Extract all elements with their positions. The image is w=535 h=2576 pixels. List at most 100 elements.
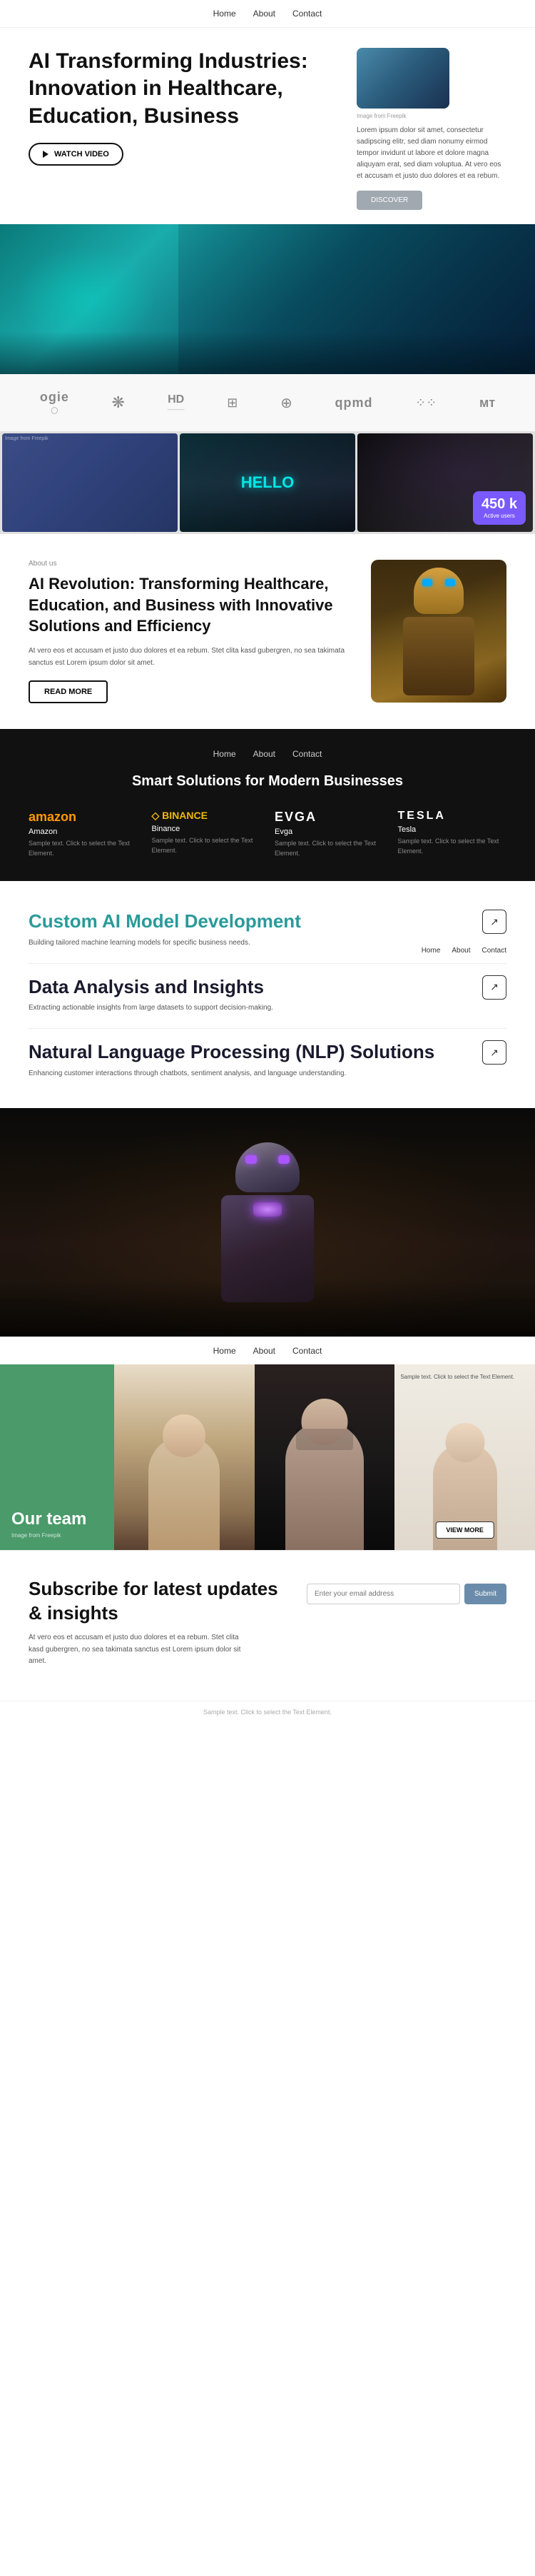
service-2-title: Data Analysis and Insights (29, 975, 506, 999)
evga-name: Evga (275, 827, 384, 836)
nav-home[interactable]: Home (213, 9, 236, 19)
brand-tesla: TESLA Tesla Sample text. Click to select… (398, 810, 507, 858)
team-grid: Our team Image from Freepik (0, 1364, 535, 1550)
discover-button[interactable]: DISCOVER (357, 191, 422, 210)
subscribe-title: Subscribe for latest updates & insights (29, 1576, 285, 1626)
team-nav-home[interactable]: Home (213, 1346, 236, 1356)
subscribe-section: Subscribe for latest updates & insights … (0, 1550, 535, 1701)
dark-section: Home About Contact Smart Solutions for M… (0, 729, 535, 881)
arrow-icon-1: ↗ (490, 916, 499, 928)
partner-logo-2: ❋ (112, 393, 125, 412)
team-nav-about[interactable]: About (253, 1346, 275, 1356)
view-more-button[interactable]: VIEW MORE (435, 1521, 494, 1539)
robot-hero-section (0, 1108, 535, 1337)
active-users-count: 450 k (482, 497, 517, 511)
nav-about[interactable]: About (253, 9, 275, 19)
brand-binance: ◇ BINANCE Binance Sample text. Click to … (152, 810, 261, 858)
partner-logo-circle: ⊕ (280, 394, 292, 412)
hero-description: Lorem ipsum dolor sit amet, consectetur … (357, 125, 506, 182)
gallery-item-1: Image from Freepik (2, 433, 178, 532)
subscribe-email-input[interactable] (307, 1584, 460, 1604)
hero-right-panel: Image from Freepik Lorem ipsum dolor sit… (357, 48, 506, 210)
services-nav-inline: Home About Contact (422, 947, 506, 955)
tesla-logo: TESLA (398, 810, 507, 822)
about-title: AI Revolution: Transforming Healthcare, … (29, 573, 354, 637)
hero-content: AI Transforming Industries: Innovation i… (29, 48, 342, 166)
services-nav-home[interactable]: Home (422, 947, 441, 955)
binance-name: Binance (152, 825, 261, 833)
service-1-title: Custom AI Model Development (29, 910, 506, 933)
active-users-label: Active users (482, 513, 517, 519)
service-2-desc: Extracting actionable insights from larg… (29, 1002, 371, 1014)
about-section: About us AI Revolution: Transforming Hea… (0, 534, 535, 729)
arrow-icon-2: ↗ (490, 981, 499, 993)
hello-text: HELLO (241, 473, 295, 492)
robot-figure (221, 1142, 314, 1302)
services-section: Custom AI Model Development Building tai… (0, 881, 535, 1108)
read-more-button[interactable]: READ MORE (29, 680, 108, 703)
team-person-2 (255, 1364, 395, 1550)
about-tag: About us (29, 560, 354, 568)
hero-section: AI Transforming Industries: Innovation i… (0, 28, 535, 224)
brand-evga: EVGA Evga Sample text. Click to select t… (275, 810, 384, 858)
smart-solutions-title: Smart Solutions for Modern Businesses (29, 773, 506, 790)
team-label: Our team (11, 1509, 103, 1529)
gallery-item-3: 450 k Active users (357, 433, 533, 532)
services-nav-about[interactable]: About (452, 947, 470, 955)
service-2-arrow[interactable]: ↗ (482, 975, 506, 1000)
gallery-item-2: HELLO (180, 433, 355, 532)
service-1-arrow[interactable]: ↗ (482, 910, 506, 934)
team-nav: Home About Contact (0, 1337, 535, 1364)
active-users-badge: 450 k Active users (473, 491, 526, 525)
brands-grid: amazon Amazon Sample text. Click to sele… (29, 810, 506, 858)
watch-video-button[interactable]: WATCH VIDEO (29, 143, 123, 166)
team-nav-contact[interactable]: Contact (292, 1346, 322, 1356)
subscribe-desc: At vero eos et accusam et justo duo dolo… (29, 1632, 243, 1668)
partner-logo-dots: ⁘⁘ (415, 396, 437, 411)
service-item-1: Custom AI Model Development Building tai… (29, 910, 506, 949)
gallery-img-from: Image from Freepik (5, 436, 49, 441)
team-sample-text: Sample text. Click to select the Text El… (400, 1373, 529, 1381)
service-3-desc: Enhancing customer interactions through … (29, 1068, 371, 1080)
partners-section: ogie 〇 ❋ HD ——— ⊞ ⊕ qpmd ⁘⁘ ᴍᴛ (0, 374, 535, 431)
subscribe-form: Submit (307, 1584, 506, 1604)
partner-logo-last: ᴍᴛ (479, 396, 495, 411)
vr-overlay-dark (0, 331, 535, 374)
evga-desc: Sample text. Click to select the Text El… (275, 839, 384, 858)
services-nav-contact[interactable]: Contact (482, 947, 506, 955)
team-img-credit: Image from Freepik (11, 1532, 103, 1539)
dark-nav-about[interactable]: About (253, 749, 275, 759)
binance-logo: ◇ BINANCE (152, 810, 261, 822)
tesla-desc: Sample text. Click to select the Text El… (398, 837, 507, 856)
service-item-3: Natural Language Processing (NLP) Soluti… (29, 1040, 506, 1080)
footer-note: Sample text. Click to select the Text El… (0, 1701, 535, 1730)
hero-image (357, 48, 449, 109)
dark-nav-home[interactable]: Home (213, 749, 236, 759)
service-3-title: Natural Language Processing (NLP) Soluti… (29, 1040, 506, 1064)
about-content: About us AI Revolution: Transforming Hea… (29, 560, 354, 703)
binance-desc: Sample text. Click to select the Text El… (152, 836, 261, 855)
tesla-name: Tesla (398, 825, 507, 834)
service-1-desc: Building tailored machine learning model… (29, 937, 371, 949)
team-right-col: Sample text. Click to select the Text El… (394, 1364, 535, 1550)
watch-label: WATCH VIDEO (54, 150, 109, 159)
service-3-arrow[interactable]: ↗ (482, 1040, 506, 1065)
main-nav: Home About Contact (0, 0, 535, 28)
dark-nav-contact[interactable]: Contact (292, 749, 322, 759)
subscribe-submit-button[interactable]: Submit (464, 1584, 506, 1604)
subscribe-form-area: Submit (307, 1576, 506, 1610)
hero-title: AI Transforming Industries: Innovation i… (29, 48, 342, 130)
partner-logo-hd: HD ——— (168, 393, 185, 413)
play-icon (43, 151, 49, 158)
evga-logo: EVGA (275, 810, 384, 825)
gallery-section: Image from Freepik HELLO 450 k Active us… (0, 431, 535, 534)
nav-contact[interactable]: Contact (292, 9, 322, 19)
partner-logo-ogie: ogie 〇 (40, 390, 69, 416)
about-desc: At vero eos et accusam et justo duo dolo… (29, 645, 354, 669)
team-label-col: Our team Image from Freepik (0, 1364, 114, 1550)
vr-banner (0, 224, 535, 374)
hero-img-credit: Image from Freepik (357, 113, 506, 119)
about-robot-image (371, 560, 506, 703)
team-person-1 (114, 1364, 255, 1550)
arrow-icon-3: ↗ (490, 1047, 499, 1059)
